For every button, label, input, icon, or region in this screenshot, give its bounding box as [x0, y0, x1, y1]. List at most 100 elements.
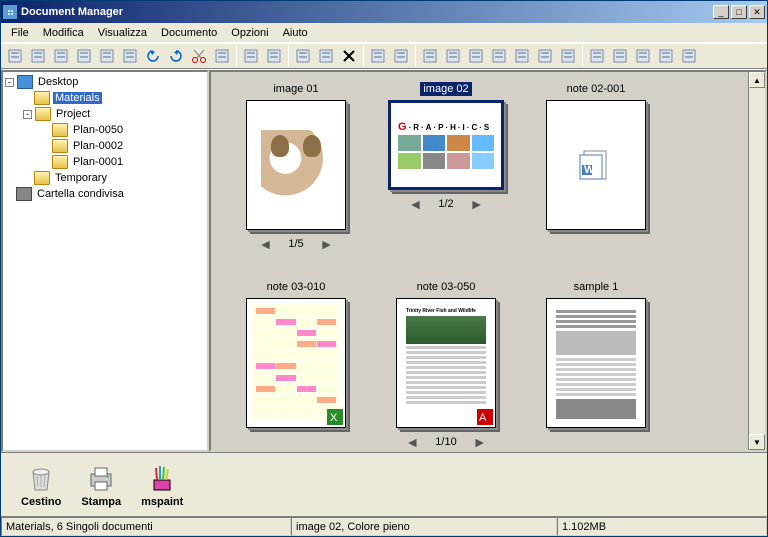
thumb-label: note 02-001 — [564, 82, 629, 96]
menu-file[interactable]: File — [5, 25, 35, 41]
grid2-icon[interactable] — [315, 45, 337, 67]
tree-label: Temporary — [53, 172, 109, 184]
page-icon[interactable] — [50, 45, 72, 67]
folder-icon — [34, 171, 50, 185]
svg-text:X: X — [330, 412, 338, 424]
expand-toggle[interactable]: - — [5, 78, 14, 87]
thumbnail-grid[interactable]: image 01◄1/5►image 02G·R·A·P·H·I·C·S◄1/2… — [209, 70, 767, 452]
tree-label: Project — [54, 108, 92, 120]
copy-icon[interactable] — [96, 45, 118, 67]
menu-documento[interactable]: Documento — [155, 25, 223, 41]
rotate-icon[interactable] — [419, 45, 441, 67]
tree-node-project[interactable]: - Project — [5, 106, 205, 122]
tree-node-plan-0001[interactable]: Plan-0001 — [5, 154, 205, 170]
close-button[interactable]: ✕ — [749, 5, 765, 19]
thumb-label: image 02 — [420, 82, 471, 96]
wand-icon[interactable] — [632, 45, 654, 67]
tree-node-materials[interactable]: Materials — [5, 90, 205, 106]
stack-icon[interactable] — [534, 45, 556, 67]
stack2-icon[interactable] — [557, 45, 579, 67]
forward-icon[interactable] — [165, 45, 187, 67]
svg-text:A: A — [479, 412, 487, 424]
doc-icon[interactable] — [488, 45, 510, 67]
paste-icon[interactable] — [211, 45, 233, 67]
menubar: FileModificaVisualizzaDocumentoOpzioniAi… — [1, 23, 767, 43]
doc2-icon[interactable] — [511, 45, 533, 67]
thumb-note-03-050[interactable]: note 03-050Trinity River Fish and Wildli… — [381, 280, 511, 450]
mspaint-icon — [146, 462, 178, 494]
statusbar: Materials, 6 Singoli documenti image 02,… — [1, 516, 767, 536]
launch-cestino[interactable]: Cestino — [21, 462, 61, 508]
thumb-preview[interactable] — [246, 100, 346, 230]
open-icon[interactable] — [4, 45, 26, 67]
toolbar — [1, 43, 767, 69]
tree-label: Plan-0002 — [71, 140, 125, 152]
tree-node-plan-0050[interactable]: Plan-0050 — [5, 122, 205, 138]
scanner-icon[interactable] — [73, 45, 95, 67]
thumb-preview[interactable]: W — [546, 100, 646, 230]
trash-icon — [25, 462, 57, 494]
prev-page-icon[interactable]: ◄ — [258, 236, 272, 252]
thumb-note-02-001[interactable]: note 02-001 W — [531, 82, 661, 252]
status-selection: image 02, Colore pieno — [291, 517, 557, 536]
tree-node-desktop[interactable]: - Desktop — [5, 74, 205, 90]
titlebar: Document Manager _ □ ✕ — [1, 1, 767, 23]
paste2-icon[interactable] — [390, 45, 412, 67]
send-icon[interactable] — [119, 45, 141, 67]
tree-node-plan-0002[interactable]: Plan-0002 — [5, 138, 205, 154]
status-size: 1.102MB — [557, 517, 767, 536]
cut-icon[interactable] — [188, 45, 210, 67]
thumb-label: note 03-010 — [264, 280, 329, 294]
thumb-sample-1[interactable]: sample 1 — [531, 280, 661, 450]
status-folder: Materials, 6 Singoli documenti — [1, 517, 291, 536]
expand-toggle[interactable]: - — [23, 110, 32, 119]
folder-icon — [52, 155, 68, 169]
menu-opzioni[interactable]: Opzioni — [225, 25, 274, 41]
menu-visualizza[interactable]: Visualizza — [92, 25, 153, 41]
thumb-preview[interactable] — [546, 298, 646, 428]
tree-label: Desktop — [36, 76, 80, 88]
save-icon[interactable] — [27, 45, 49, 67]
list-icon[interactable] — [263, 45, 285, 67]
next-page-icon[interactable]: ► — [320, 236, 334, 252]
delete-icon[interactable] — [338, 45, 360, 67]
next-page-icon[interactable]: ► — [473, 434, 487, 450]
find-icon[interactable] — [240, 45, 262, 67]
page-indicator: 1/5 — [288, 238, 303, 250]
thumb-image-01[interactable]: image 01◄1/5► — [231, 82, 361, 252]
launch-mspaint[interactable]: mspaint — [141, 462, 183, 508]
tree-node-cartella-condivisa[interactable]: Cartella condivisa — [5, 186, 205, 202]
gear-icon[interactable] — [586, 45, 608, 67]
menu-modifica[interactable]: Modifica — [37, 25, 90, 41]
menu-aiuto[interactable]: Aiuto — [277, 25, 314, 41]
printer-icon — [85, 462, 117, 494]
grid-icon[interactable] — [292, 45, 314, 67]
window-title: Document Manager — [21, 6, 713, 18]
tree-label: Cartella condivisa — [35, 188, 126, 200]
page2-icon[interactable] — [655, 45, 677, 67]
thumb-preview[interactable]: Trinity River Fish and WildlifeA — [396, 298, 496, 428]
prev-page-icon[interactable]: ◄ — [408, 196, 422, 212]
share-icon — [16, 187, 32, 201]
flip-icon[interactable] — [465, 45, 487, 67]
copy2-icon[interactable] — [367, 45, 389, 67]
back-icon[interactable] — [142, 45, 164, 67]
props-icon[interactable] — [678, 45, 700, 67]
next-page-icon[interactable]: ► — [470, 196, 484, 212]
app-icon — [3, 5, 17, 19]
launch-stampa[interactable]: Stampa — [81, 462, 121, 508]
scroll-up-button[interactable]: ▲ — [749, 72, 765, 88]
thumb-note-03-010[interactable]: note 03-010 X — [231, 280, 361, 450]
thumb-preview[interactable]: G·R·A·P·H·I·C·S — [388, 100, 504, 190]
thumb-image-02[interactable]: image 02G·R·A·P·H·I·C·S◄1/2► — [381, 82, 511, 252]
scroll-down-button[interactable]: ▼ — [749, 434, 765, 450]
minimize-button[interactable]: _ — [713, 5, 729, 19]
tree-node-temporary[interactable]: Temporary — [5, 170, 205, 186]
gear2-icon[interactable] — [609, 45, 631, 67]
rotate2-icon[interactable] — [442, 45, 464, 67]
prev-page-icon[interactable]: ◄ — [405, 434, 419, 450]
maximize-button[interactable]: □ — [731, 5, 747, 19]
folder-tree[interactable]: - Desktop Materials - Project Plan-0050 Plan-0… — [1, 70, 209, 452]
folder-open-icon — [35, 107, 51, 121]
thumb-preview[interactable]: X — [246, 298, 346, 428]
